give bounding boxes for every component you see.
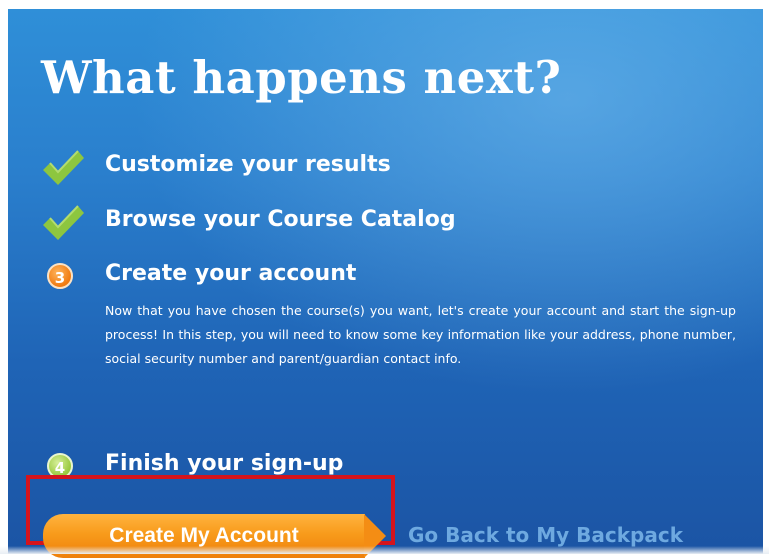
step-number-icon: 3	[47, 263, 73, 289]
create-my-account-label: Create My Account	[109, 524, 299, 547]
checkmark-icon	[43, 205, 84, 240]
step-label: Browse your Course Catalog	[105, 207, 456, 232]
page-title: What happens next?	[41, 51, 562, 104]
step-description: Now that you have chosen the course(s) y…	[105, 303, 736, 366]
page: What happens next? Customize your result…	[0, 0, 769, 558]
next-steps-panel: What happens next? Customize your result…	[8, 9, 763, 554]
step-label: Customize your results	[105, 152, 391, 177]
bottom-edge	[0, 546, 769, 554]
go-back-to-backpack-link[interactable]: Go Back to My Backpack	[408, 523, 683, 547]
step-label: Finish your sign-up	[105, 451, 344, 476]
checkmark-icon	[43, 150, 84, 185]
step-label: Create your account	[105, 261, 357, 286]
